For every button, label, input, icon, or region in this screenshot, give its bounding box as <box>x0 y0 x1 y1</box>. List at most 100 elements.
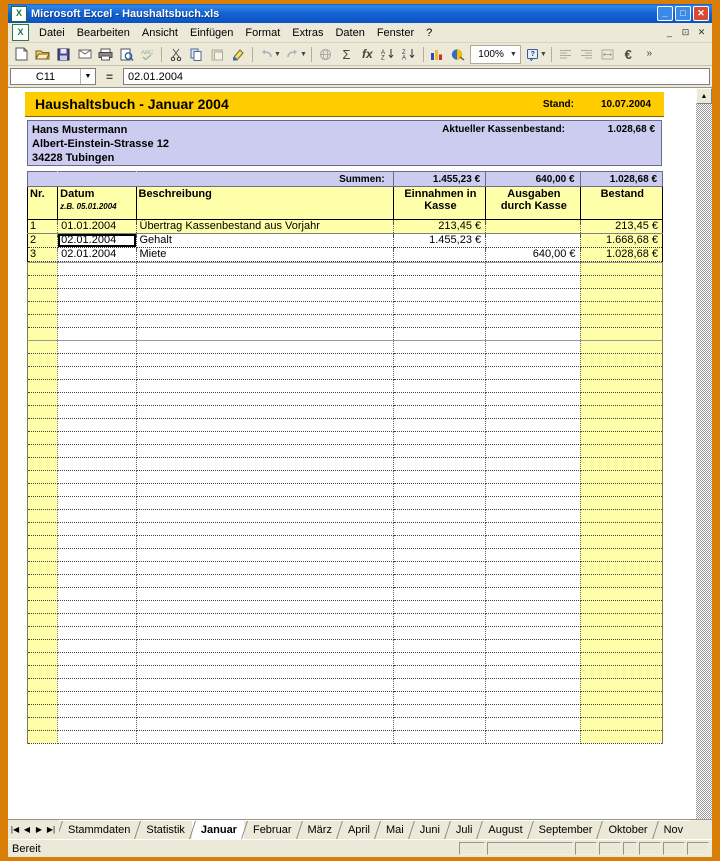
undo-icon[interactable] <box>256 44 277 64</box>
cell-beschreibung[interactable]: Gehalt <box>136 233 394 248</box>
fill-handle[interactable] <box>133 245 135 247</box>
empty-grid-cell[interactable] <box>580 574 664 588</box>
empty-grid-cell[interactable] <box>26 262 59 276</box>
empty-grid-row[interactable] <box>26 691 664 705</box>
empty-grid-cell[interactable] <box>393 379 487 393</box>
empty-grid-row[interactable] <box>26 639 664 653</box>
empty-grid-cell[interactable] <box>136 574 394 588</box>
empty-grid-cell[interactable] <box>485 548 581 562</box>
empty-grid-cell[interactable] <box>26 613 59 627</box>
empty-grid-cell[interactable] <box>393 717 487 731</box>
tab-prev-button[interactable]: ◀ <box>21 825 33 834</box>
empty-grid-cell[interactable] <box>136 639 394 653</box>
empty-grid-row[interactable] <box>26 288 664 302</box>
empty-grid-cell[interactable] <box>393 444 487 458</box>
empty-grid-cell[interactable] <box>26 704 59 718</box>
empty-grid-cell[interactable] <box>393 600 487 614</box>
empty-grid-cell[interactable] <box>57 587 137 601</box>
empty-grid-cell[interactable] <box>485 483 581 497</box>
menu-einfuegen[interactable]: Einfügen <box>184 25 239 41</box>
empty-grid-cell[interactable] <box>57 392 137 406</box>
empty-grid-cell[interactable] <box>57 574 137 588</box>
empty-grid-cell[interactable] <box>393 314 487 328</box>
empty-grid-cell[interactable] <box>580 678 664 692</box>
print-icon[interactable] <box>95 44 116 64</box>
empty-grid-cell[interactable] <box>393 678 487 692</box>
save-icon[interactable] <box>53 44 74 64</box>
table-row[interactable]: 1 01.01.2004 Übertrag Kassenbestand aus Vo… <box>26 219 664 234</box>
empty-grid-cell[interactable] <box>393 366 487 380</box>
empty-grid-cell[interactable] <box>57 639 137 653</box>
empty-grid-cell[interactable] <box>580 613 664 627</box>
empty-grid-cell[interactable] <box>26 496 59 510</box>
empty-grid-cell[interactable] <box>580 535 664 549</box>
empty-grid-row[interactable] <box>26 353 664 367</box>
empty-grid-cell[interactable] <box>26 574 59 588</box>
empty-grid-cell[interactable] <box>57 652 137 666</box>
table-row[interactable]: 2 02.01.2004 Gehalt 1.455,23 € 1.668,68 € <box>26 233 664 248</box>
cell-nr[interactable]: 2 <box>26 233 59 248</box>
empty-grid-cell[interactable] <box>580 691 664 705</box>
empty-grid-row[interactable] <box>26 509 664 523</box>
empty-grid-cell[interactable] <box>57 522 137 536</box>
empty-grid-cell[interactable] <box>580 522 664 536</box>
empty-grid-cell[interactable] <box>57 288 137 302</box>
sheet-tab-september[interactable]: September <box>529 820 600 839</box>
empty-grid-cell[interactable] <box>26 457 59 471</box>
empty-grid-cell[interactable] <box>57 353 137 367</box>
empty-grid-cell[interactable] <box>580 379 664 393</box>
empty-grid-cell[interactable] <box>393 704 487 718</box>
empty-grid-cell[interactable] <box>485 262 581 276</box>
cell-einnahmen[interactable]: 1.455,23 € <box>393 233 487 248</box>
empty-grid-cell[interactable] <box>485 457 581 471</box>
minimize-button[interactable]: _ <box>657 6 673 21</box>
empty-grid-cell[interactable] <box>580 366 664 380</box>
empty-grid-cell[interactable] <box>57 327 137 341</box>
empty-grid-cell[interactable] <box>580 652 664 666</box>
cell-einnahmen[interactable] <box>393 247 487 262</box>
empty-grid-cell[interactable] <box>26 548 59 562</box>
empty-grid-cell[interactable] <box>485 470 581 484</box>
cell-bestand[interactable]: 213,45 € <box>580 219 664 234</box>
menu-ansicht[interactable]: Ansicht <box>136 25 184 41</box>
empty-grid-cell[interactable] <box>26 600 59 614</box>
empty-grid-cell[interactable] <box>57 340 137 354</box>
empty-grid-row[interactable] <box>26 457 664 471</box>
sheet-tab-nov[interactable]: Nov <box>654 820 691 839</box>
empty-grid-cell[interactable] <box>136 262 394 276</box>
sheet-tab-stammdaten[interactable]: Stammdaten <box>59 820 138 839</box>
empty-grid-row[interactable] <box>26 535 664 549</box>
empty-grid-cell[interactable] <box>393 457 487 471</box>
doc-minimize-button[interactable]: _ <box>663 27 676 39</box>
empty-grid-row[interactable] <box>26 275 664 289</box>
merge-cells-icon[interactable] <box>597 44 618 64</box>
format-painter-icon[interactable] <box>228 44 249 64</box>
empty-grid-row[interactable] <box>26 652 664 666</box>
empty-grid-cell[interactable] <box>26 652 59 666</box>
empty-grid-cell[interactable] <box>393 626 487 640</box>
empty-grid-cell[interactable] <box>485 301 581 315</box>
tab-first-button[interactable]: |◀ <box>9 825 21 834</box>
empty-grid-cell[interactable] <box>393 483 487 497</box>
empty-grid-cell[interactable] <box>485 496 581 510</box>
empty-grid-cell[interactable] <box>580 626 664 640</box>
empty-grid-row[interactable] <box>26 613 664 627</box>
empty-grid-cell[interactable] <box>57 262 137 276</box>
empty-grid-row[interactable] <box>26 574 664 588</box>
empty-grid-cell[interactable] <box>485 366 581 380</box>
empty-grid-cell[interactable] <box>26 327 59 341</box>
empty-grid-row[interactable] <box>26 561 664 575</box>
empty-grid-row[interactable] <box>26 301 664 315</box>
empty-grid-cell[interactable] <box>26 678 59 692</box>
cell-bestand[interactable]: 1.028,68 € <box>580 247 664 262</box>
new-icon[interactable] <box>11 44 32 64</box>
maximize-button[interactable]: □ <box>675 6 691 21</box>
empty-grid-cell[interactable] <box>393 587 487 601</box>
name-box[interactable]: C11 ▼ <box>10 68 96 85</box>
empty-grid-cell[interactable] <box>580 301 664 315</box>
empty-grid-cell[interactable] <box>57 457 137 471</box>
empty-grid-cell[interactable] <box>580 353 664 367</box>
email-icon[interactable] <box>74 44 95 64</box>
empty-grid-cell[interactable] <box>136 470 394 484</box>
function-wizard-icon[interactable]: fx <box>357 44 378 64</box>
